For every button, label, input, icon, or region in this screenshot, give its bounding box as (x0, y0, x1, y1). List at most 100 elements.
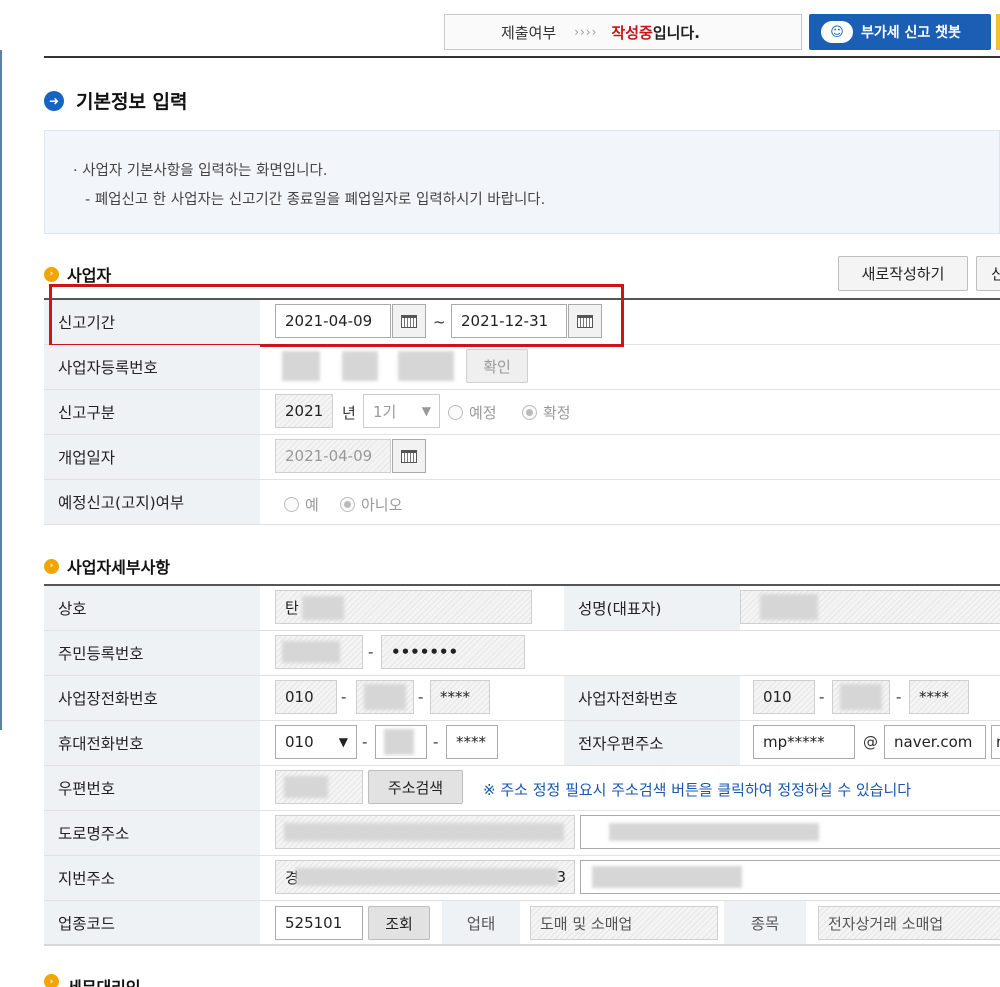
section-business: › 사업자 (44, 262, 111, 286)
dash: - (433, 733, 439, 751)
ownerphone-3-input: **** (909, 680, 969, 714)
email-id-input[interactable]: mp***** (753, 725, 855, 759)
dash: - (819, 688, 825, 706)
bizphone-label: 사업장전화번호 (44, 676, 260, 720)
zip-note: ※ 주소 정정 필요시 주소검색 버튼을 클릭하여 정정하실 수 있습니다 (483, 781, 912, 799)
email-label: 전자우편주소 (564, 721, 740, 765)
zip-label: 우편번호 (44, 766, 260, 810)
regno-label: 사업자등록번호 (44, 345, 260, 389)
term-select[interactable]: 1기 ▼ (363, 394, 440, 428)
resid-back-input: ••••••• (381, 635, 525, 669)
radio-estimate[interactable]: 예정 (448, 402, 497, 423)
ownerphone-1-input: 010 (753, 680, 815, 714)
chatbot-icon: ☺ (821, 21, 853, 43)
row-report-type: 신고구분 2021 년 1기 ▼ 예정 확정 (44, 390, 1000, 435)
header-divider (44, 56, 1000, 58)
radio-no[interactable]: 아니오 (340, 494, 402, 515)
radio-yes-label: 예 (305, 496, 319, 514)
dash: - (341, 688, 347, 706)
radio-circle (284, 497, 299, 512)
row-open-date: 개업일자 2021-04-09 (44, 435, 1000, 480)
radio-estimate-label: 예정 (469, 404, 497, 422)
chevron-down-icon: ▼ (338, 735, 348, 749)
bizphone-2-blurred (364, 684, 406, 710)
radio-circle (448, 405, 463, 420)
section-detail-title: 사업자세부사항 (67, 558, 171, 577)
row-notice: 예정신고(고지)여부 예 아니오 (44, 480, 1000, 525)
section-agent-title: 세무대리인 (67, 974, 141, 987)
item-input: 전자상거래 소매업 (818, 906, 1000, 940)
row-regno: 사업자등록번호 확인 (44, 345, 1000, 390)
mobile-1-select[interactable]: 010 ▼ (275, 725, 357, 759)
radio-circle-selected (522, 405, 537, 420)
vat-chatbot-button[interactable]: ☺ 부가세 신고 챗봇 (809, 14, 991, 50)
company-value: 탄 (285, 598, 299, 617)
bizphone-1-input: 010 (275, 680, 337, 714)
cut-off-button[interactable]: 신 (976, 256, 1000, 291)
ownerphone-label: 사업자전화번호 (564, 676, 740, 720)
email-domain-select[interactable]: n (991, 725, 1000, 759)
industry-label: 업종코드 (44, 901, 260, 944)
mobile-1-value: 010 (285, 733, 314, 751)
chevron-bullet-icon: › (44, 974, 59, 987)
year-unit: 년 (342, 404, 356, 422)
mobile-2-blurred (384, 729, 414, 755)
road-detail-blurred (609, 823, 819, 841)
radio-final[interactable]: 확정 (522, 402, 571, 423)
new-write-button[interactable]: 새로작성하기 (838, 256, 968, 291)
chevron-bullet-icon: › (44, 266, 59, 282)
zip-blurred (284, 776, 328, 798)
regno-part1-blurred (282, 351, 320, 381)
dash: - (362, 733, 368, 751)
chevron-down-icon: ▼ (421, 404, 431, 418)
submit-status-label: 제출여부 (501, 23, 557, 42)
row-zip: 우편번호 주소검색 ※ 주소 정정 필요시 주소검색 버튼을 클릭하여 정정하실… (44, 766, 1000, 811)
mobile-label: 휴대전화번호 (44, 721, 260, 765)
regno-part2-blurred (342, 351, 378, 381)
submit-status-bar: 제출여부 ›››› 작성중 입니다. (444, 14, 802, 50)
open-date-label: 개업일자 (44, 435, 260, 479)
rep-blurred (760, 594, 818, 620)
status-highlight: 작성중 (611, 23, 653, 42)
road-label: 도로명주소 (44, 811, 260, 855)
dash: - (418, 688, 424, 706)
company-blurred (302, 596, 344, 620)
biztype-input: 도매 및 소매업 (530, 906, 718, 940)
left-frame-line (0, 50, 2, 730)
row-mobile: 휴대전화번호 010 ▼ - - **** 전자우편주소 mp***** @ n… (44, 721, 1000, 766)
row-bizphone: 사업장전화번호 010 - - **** 사업자전화번호 010 - - ***… (44, 676, 1000, 721)
row-lot-address: 지번주소 경 3 (44, 856, 1000, 901)
info-box: · 사업자 기본사항을 입력하는 화면입니다. - 폐업신고 한 사업자는 신고… (44, 130, 1000, 234)
email-domain-input[interactable]: naver.com (884, 725, 986, 759)
resid-label: 주민등록번호 (44, 631, 260, 675)
lot-detail-blurred (592, 866, 742, 888)
confirm-button[interactable]: 확인 (466, 349, 528, 383)
calendar-icon[interactable] (392, 439, 426, 473)
lookup-button[interactable]: 조회 (368, 906, 430, 940)
notice-label: 예정신고(고지)여부 (44, 480, 260, 524)
cut-yellow-button[interactable] (996, 14, 1000, 50)
lot-address-blurred (296, 868, 558, 886)
road-address-blurred (284, 823, 564, 841)
resid-dash: - (368, 643, 374, 661)
section-agent: › 세무대리인 (44, 974, 141, 987)
open-date-input: 2021-04-09 (275, 439, 391, 473)
rep-label: 성명(대표자) (564, 586, 740, 630)
bizphone-3-input: **** (430, 680, 490, 714)
row-company: 상호 탄 성명(대표자) (44, 586, 1000, 631)
address-search-button[interactable]: 주소검색 (368, 770, 463, 804)
mobile-3-input[interactable]: **** (446, 725, 498, 759)
row-industry: 업종코드 525101 조회 업태 도매 및 소매업 종목 전자상거래 소매업 (44, 901, 1000, 946)
industry-code-input[interactable]: 525101 (275, 906, 363, 940)
info-line-2: - 폐업신고 한 사업자는 신고기간 종료일을 폐업일자로 입력하시기 바랍니다… (85, 192, 546, 208)
section-detail: › 사업자세부사항 (44, 554, 170, 578)
lot-label: 지번주소 (44, 856, 260, 900)
radio-no-label: 아니오 (361, 496, 403, 514)
row-road-address: 도로명주소 (44, 811, 1000, 856)
info-line-1: · 사업자 기본사항을 입력하는 화면입니다. (73, 163, 328, 179)
highlight-box-period (49, 284, 624, 347)
radio-yes[interactable]: 예 (284, 494, 319, 515)
chevron-bullet-icon: › (44, 558, 59, 574)
arrow-right-circle-icon: ➜ (44, 90, 64, 111)
ownerphone-2-blurred (840, 684, 882, 710)
